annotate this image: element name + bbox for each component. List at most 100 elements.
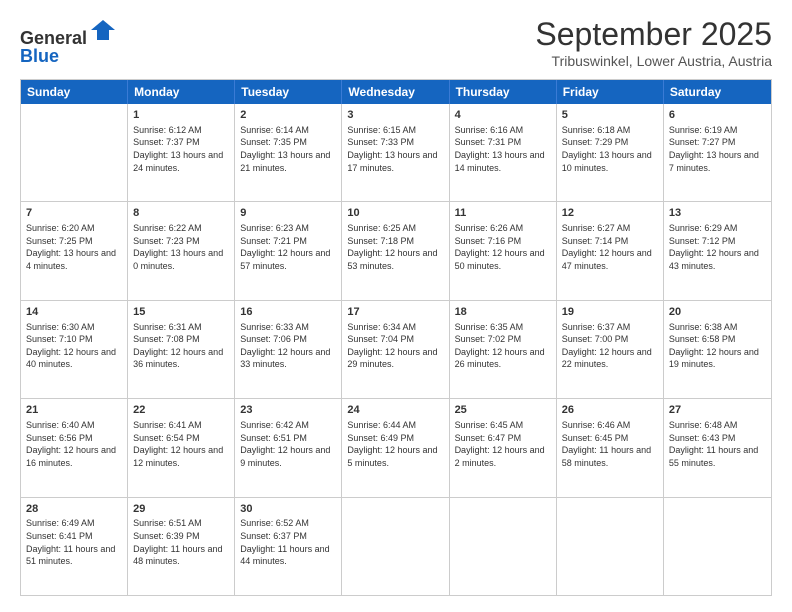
weekday-header-tuesday: Tuesday	[235, 80, 342, 104]
weekday-header-friday: Friday	[557, 80, 664, 104]
day-cell-23: 23Sunrise: 6:42 AM Sunset: 6:51 PM Dayli…	[235, 399, 342, 496]
weekday-header-wednesday: Wednesday	[342, 80, 449, 104]
day-cell-9: 9Sunrise: 6:23 AM Sunset: 7:21 PM Daylig…	[235, 202, 342, 299]
day-info: Sunrise: 6:22 AM Sunset: 7:23 PM Dayligh…	[133, 222, 229, 272]
day-cell-7: 7Sunrise: 6:20 AM Sunset: 7:25 PM Daylig…	[21, 202, 128, 299]
day-cell-15: 15Sunrise: 6:31 AM Sunset: 7:08 PM Dayli…	[128, 301, 235, 398]
day-number: 29	[133, 502, 229, 517]
logo-text: General	[20, 16, 117, 50]
empty-cell	[664, 498, 771, 595]
day-info: Sunrise: 6:15 AM Sunset: 7:33 PM Dayligh…	[347, 124, 443, 174]
day-info: Sunrise: 6:16 AM Sunset: 7:31 PM Dayligh…	[455, 124, 551, 174]
day-number: 19	[562, 305, 658, 320]
day-info: Sunrise: 6:37 AM Sunset: 7:00 PM Dayligh…	[562, 321, 658, 371]
day-cell-4: 4Sunrise: 6:16 AM Sunset: 7:31 PM Daylig…	[450, 104, 557, 201]
day-info: Sunrise: 6:33 AM Sunset: 7:06 PM Dayligh…	[240, 321, 336, 371]
day-cell-16: 16Sunrise: 6:33 AM Sunset: 7:06 PM Dayli…	[235, 301, 342, 398]
day-number: 20	[669, 305, 766, 320]
week-row-1: 1Sunrise: 6:12 AM Sunset: 7:37 PM Daylig…	[21, 104, 771, 202]
day-cell-18: 18Sunrise: 6:35 AM Sunset: 7:02 PM Dayli…	[450, 301, 557, 398]
title-area: September 2025 Tribuswinkel, Lower Austr…	[535, 16, 772, 69]
day-info: Sunrise: 6:14 AM Sunset: 7:35 PM Dayligh…	[240, 124, 336, 174]
day-info: Sunrise: 6:23 AM Sunset: 7:21 PM Dayligh…	[240, 222, 336, 272]
day-info: Sunrise: 6:19 AM Sunset: 7:27 PM Dayligh…	[669, 124, 766, 174]
day-info: Sunrise: 6:48 AM Sunset: 6:43 PM Dayligh…	[669, 419, 766, 469]
weekday-header-saturday: Saturday	[664, 80, 771, 104]
day-info: Sunrise: 6:44 AM Sunset: 6:49 PM Dayligh…	[347, 419, 443, 469]
day-info: Sunrise: 6:35 AM Sunset: 7:02 PM Dayligh…	[455, 321, 551, 371]
day-info: Sunrise: 6:31 AM Sunset: 7:08 PM Dayligh…	[133, 321, 229, 371]
day-number: 10	[347, 206, 443, 221]
day-number: 27	[669, 403, 766, 418]
day-number: 8	[133, 206, 229, 221]
day-info: Sunrise: 6:42 AM Sunset: 6:51 PM Dayligh…	[240, 419, 336, 469]
day-cell-27: 27Sunrise: 6:48 AM Sunset: 6:43 PM Dayli…	[664, 399, 771, 496]
day-info: Sunrise: 6:34 AM Sunset: 7:04 PM Dayligh…	[347, 321, 443, 371]
calendar-body: 1Sunrise: 6:12 AM Sunset: 7:37 PM Daylig…	[21, 104, 771, 595]
calendar-header: SundayMondayTuesdayWednesdayThursdayFrid…	[21, 80, 771, 104]
day-number: 16	[240, 305, 336, 320]
day-cell-10: 10Sunrise: 6:25 AM Sunset: 7:18 PM Dayli…	[342, 202, 449, 299]
day-number: 25	[455, 403, 551, 418]
day-info: Sunrise: 6:45 AM Sunset: 6:47 PM Dayligh…	[455, 419, 551, 469]
day-number: 1	[133, 108, 229, 123]
day-number: 30	[240, 502, 336, 517]
day-number: 3	[347, 108, 443, 123]
day-cell-22: 22Sunrise: 6:41 AM Sunset: 6:54 PM Dayli…	[128, 399, 235, 496]
day-number: 15	[133, 305, 229, 320]
page: General Blue September 2025 Tribuswinkel…	[0, 0, 792, 612]
day-info: Sunrise: 6:20 AM Sunset: 7:25 PM Dayligh…	[26, 222, 122, 272]
day-number: 5	[562, 108, 658, 123]
day-cell-24: 24Sunrise: 6:44 AM Sunset: 6:49 PM Dayli…	[342, 399, 449, 496]
day-info: Sunrise: 6:25 AM Sunset: 7:18 PM Dayligh…	[347, 222, 443, 272]
day-cell-29: 29Sunrise: 6:51 AM Sunset: 6:39 PM Dayli…	[128, 498, 235, 595]
day-cell-14: 14Sunrise: 6:30 AM Sunset: 7:10 PM Dayli…	[21, 301, 128, 398]
week-row-4: 21Sunrise: 6:40 AM Sunset: 6:56 PM Dayli…	[21, 399, 771, 497]
day-info: Sunrise: 6:49 AM Sunset: 6:41 PM Dayligh…	[26, 517, 122, 567]
day-cell-19: 19Sunrise: 6:37 AM Sunset: 7:00 PM Dayli…	[557, 301, 664, 398]
day-info: Sunrise: 6:18 AM Sunset: 7:29 PM Dayligh…	[562, 124, 658, 174]
day-info: Sunrise: 6:26 AM Sunset: 7:16 PM Dayligh…	[455, 222, 551, 272]
day-cell-17: 17Sunrise: 6:34 AM Sunset: 7:04 PM Dayli…	[342, 301, 449, 398]
empty-cell	[342, 498, 449, 595]
day-info: Sunrise: 6:27 AM Sunset: 7:14 PM Dayligh…	[562, 222, 658, 272]
location-subtitle: Tribuswinkel, Lower Austria, Austria	[535, 53, 772, 69]
day-cell-26: 26Sunrise: 6:46 AM Sunset: 6:45 PM Dayli…	[557, 399, 664, 496]
header: General Blue September 2025 Tribuswinkel…	[20, 16, 772, 69]
weekday-header-monday: Monday	[128, 80, 235, 104]
day-number: 6	[669, 108, 766, 123]
day-cell-8: 8Sunrise: 6:22 AM Sunset: 7:23 PM Daylig…	[128, 202, 235, 299]
weekday-header-thursday: Thursday	[450, 80, 557, 104]
empty-cell	[450, 498, 557, 595]
logo-icon	[89, 16, 117, 44]
day-number: 26	[562, 403, 658, 418]
day-number: 18	[455, 305, 551, 320]
day-number: 4	[455, 108, 551, 123]
day-info: Sunrise: 6:41 AM Sunset: 6:54 PM Dayligh…	[133, 419, 229, 469]
day-number: 13	[669, 206, 766, 221]
day-number: 22	[133, 403, 229, 418]
week-row-3: 14Sunrise: 6:30 AM Sunset: 7:10 PM Dayli…	[21, 301, 771, 399]
day-cell-1: 1Sunrise: 6:12 AM Sunset: 7:37 PM Daylig…	[128, 104, 235, 201]
day-number: 9	[240, 206, 336, 221]
month-title: September 2025	[535, 16, 772, 53]
day-cell-2: 2Sunrise: 6:14 AM Sunset: 7:35 PM Daylig…	[235, 104, 342, 201]
day-info: Sunrise: 6:29 AM Sunset: 7:12 PM Dayligh…	[669, 222, 766, 272]
day-info: Sunrise: 6:12 AM Sunset: 7:37 PM Dayligh…	[133, 124, 229, 174]
day-number: 7	[26, 206, 122, 221]
day-info: Sunrise: 6:52 AM Sunset: 6:37 PM Dayligh…	[240, 517, 336, 567]
day-number: 28	[26, 502, 122, 517]
logo: General Blue	[20, 16, 117, 67]
week-row-2: 7Sunrise: 6:20 AM Sunset: 7:25 PM Daylig…	[21, 202, 771, 300]
day-cell-30: 30Sunrise: 6:52 AM Sunset: 6:37 PM Dayli…	[235, 498, 342, 595]
day-number: 24	[347, 403, 443, 418]
week-row-5: 28Sunrise: 6:49 AM Sunset: 6:41 PM Dayli…	[21, 498, 771, 595]
calendar: SundayMondayTuesdayWednesdayThursdayFrid…	[20, 79, 772, 596]
day-number: 12	[562, 206, 658, 221]
day-cell-25: 25Sunrise: 6:45 AM Sunset: 6:47 PM Dayli…	[450, 399, 557, 496]
empty-cell	[557, 498, 664, 595]
day-cell-11: 11Sunrise: 6:26 AM Sunset: 7:16 PM Dayli…	[450, 202, 557, 299]
day-number: 17	[347, 305, 443, 320]
day-number: 11	[455, 206, 551, 221]
day-cell-28: 28Sunrise: 6:49 AM Sunset: 6:41 PM Dayli…	[21, 498, 128, 595]
